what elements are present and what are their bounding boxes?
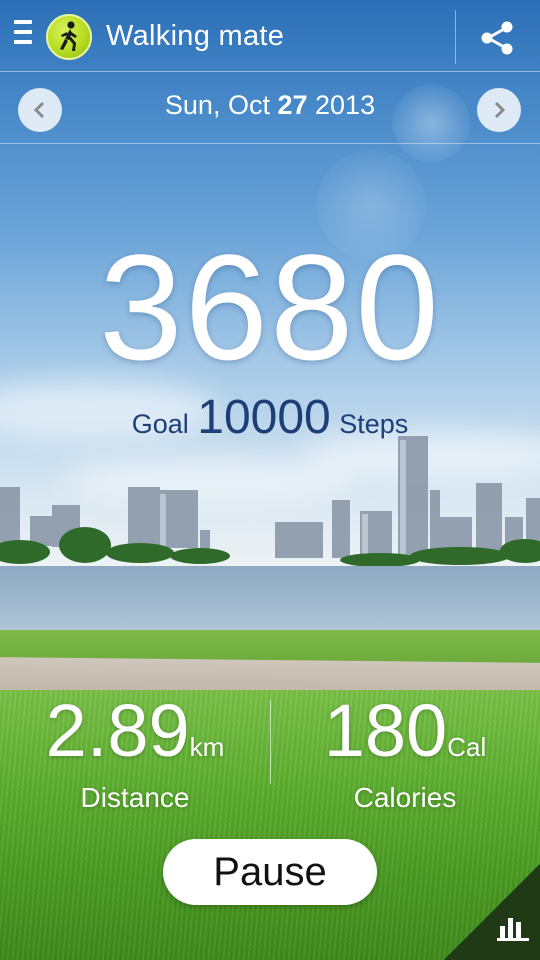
distance-stat: 2.89km Distance xyxy=(0,692,270,814)
pause-button[interactable]: Pause xyxy=(163,839,377,905)
goal-unit: Steps xyxy=(339,409,409,439)
lake xyxy=(0,566,540,638)
next-day-button[interactable] xyxy=(477,88,521,132)
calories-stat: 180Cal Calories xyxy=(270,692,540,814)
calories-label: Calories xyxy=(353,782,457,813)
goal-label: Goal xyxy=(131,409,189,439)
step-count: 3680 xyxy=(99,223,441,391)
distance-unit: km xyxy=(189,732,225,762)
current-date: Sun, Oct 27 2013 xyxy=(0,90,540,121)
bar-chart-icon[interactable] xyxy=(496,912,530,942)
calories-unit: Cal xyxy=(447,732,487,762)
date-prefix: Sun, Oct xyxy=(164,90,278,120)
distance-label: Distance xyxy=(80,782,190,813)
goal-value[interactable]: 10000 xyxy=(197,391,330,444)
date-suffix: 2013 xyxy=(307,90,376,120)
share-icon[interactable] xyxy=(478,18,518,58)
date-bar: Sun, Oct 27 2013 xyxy=(0,72,540,144)
app-header: Walking mate xyxy=(0,0,540,72)
chevron-right-icon xyxy=(494,101,506,119)
menu-icon[interactable] xyxy=(14,20,32,52)
background-scene xyxy=(0,0,540,960)
goal-line: Goal 10000 Steps xyxy=(0,390,540,445)
app-title: Walking mate xyxy=(106,20,285,52)
distance-value: 2.89 xyxy=(45,689,190,772)
calories-value: 180 xyxy=(323,689,448,772)
header-divider xyxy=(455,10,456,64)
date-day: 27 xyxy=(277,90,308,120)
walker-icon[interactable] xyxy=(46,14,92,60)
